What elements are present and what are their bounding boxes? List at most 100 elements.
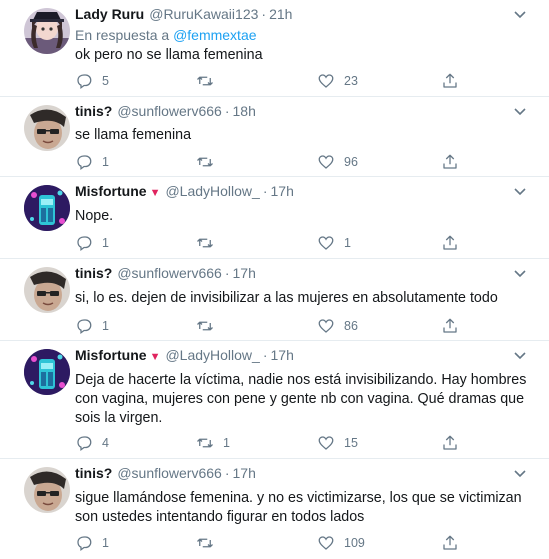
display-name[interactable]: Misfortune: [75, 347, 147, 363]
like-icon: [318, 236, 334, 250]
display-name[interactable]: tinis?: [75, 465, 112, 481]
retweet-icon: [197, 157, 213, 167]
display-name[interactable]: Lady Ruru: [75, 6, 144, 22]
caret-down-icon[interactable]: [513, 469, 527, 479]
avatar[interactable]: [24, 349, 70, 395]
tweet[interactable]: Lady Ruru @RuruKawaii123 · 21h En respuesta…: [0, 0, 549, 97]
user-handle[interactable]: @RuruKawaii123: [149, 6, 258, 22]
timestamp[interactable]: 18h: [233, 103, 256, 119]
timestamp[interactable]: 17h: [271, 347, 294, 363]
share-icon: [443, 318, 457, 333]
caret-down-icon[interactable]: [513, 187, 527, 197]
reply-count: 5: [102, 74, 109, 88]
caret-down-icon[interactable]: [513, 351, 527, 361]
reply-button[interactable]: 1: [75, 233, 109, 253]
like-button[interactable]: 86: [317, 316, 358, 336]
display-name[interactable]: Misfortune: [75, 183, 147, 199]
like-count: 86: [344, 319, 358, 333]
share-icon: [443, 73, 457, 88]
separator: ·: [261, 6, 267, 22]
tweet[interactable]: tinis? @sunflowerv666 · 17h si, lo es. deje…: [0, 259, 549, 341]
tweet[interactable]: tinis? @sunflowerv666 · 17h sigue llamándos…: [0, 459, 549, 559]
retweet-icon: [197, 438, 213, 448]
name-badge: ▼: [149, 187, 161, 199]
share-button[interactable]: [441, 433, 459, 453]
tweet-text: Nope.: [75, 208, 114, 224]
tweet[interactable]: Misfortune ▼ @LadyHollow_ · 17h Deja de hace…: [0, 341, 549, 459]
separator: ·: [262, 347, 268, 363]
retweet-icon: [197, 321, 213, 331]
display-name[interactable]: tinis?: [75, 103, 112, 119]
user-handle[interactable]: @sunflowerv666: [117, 103, 222, 119]
share-button[interactable]: [441, 233, 459, 253]
separator: ·: [224, 465, 230, 481]
like-button[interactable]: 23: [317, 71, 358, 91]
mention-link[interactable]: @femmextae: [173, 27, 256, 43]
avatar[interactable]: [24, 105, 70, 151]
user-handle[interactable]: @LadyHollow_: [165, 347, 259, 363]
timestamp[interactable]: 17h: [271, 183, 294, 199]
like-count: 1: [344, 236, 351, 250]
reply-count: 1: [102, 536, 109, 550]
tweet-header: Misfortune ▼ @LadyHollow_ · 17h: [75, 347, 535, 367]
tweet-actions: 1 96: [75, 152, 535, 172]
retweet-button[interactable]: [196, 533, 223, 553]
reply-count: 1: [102, 236, 109, 250]
share-button[interactable]: [441, 152, 459, 172]
reply-count: 1: [102, 319, 109, 333]
tweet-header: tinis? @sunflowerv666 · 17h: [75, 265, 535, 285]
avatar[interactable]: [24, 467, 70, 513]
retweet-button[interactable]: [196, 233, 223, 253]
like-button[interactable]: 96: [317, 152, 358, 172]
separator: ·: [224, 265, 230, 281]
share-icon: [443, 535, 457, 550]
share-button[interactable]: [441, 316, 459, 336]
user-handle[interactable]: @sunflowerv666: [117, 465, 222, 481]
retweet-icon: [197, 538, 213, 548]
tweet-header: Misfortune ▼ @LadyHollow_ · 17h: [75, 183, 535, 203]
like-count: 109: [344, 536, 365, 550]
reply-count: 1: [102, 155, 109, 169]
reply-button[interactable]: 5: [75, 71, 109, 91]
caret-down-icon[interactable]: [513, 269, 527, 279]
reply-button[interactable]: 4: [75, 433, 109, 453]
reply-icon: [77, 74, 92, 90]
share-button[interactable]: [441, 71, 459, 91]
caret-down-icon[interactable]: [513, 107, 527, 117]
tweet-thread: Lady Ruru @RuruKawaii123 · 21h En respuesta…: [0, 0, 549, 559]
reply-icon: [77, 155, 92, 171]
retweet-icon: [197, 238, 213, 248]
avatar[interactable]: [24, 185, 70, 231]
avatar[interactable]: [24, 267, 70, 313]
retweet-button[interactable]: [196, 316, 223, 336]
retweet-button[interactable]: 1: [196, 433, 230, 453]
retweet-button[interactable]: [196, 152, 223, 172]
separator: ·: [262, 183, 268, 199]
like-icon: [318, 436, 334, 450]
share-button[interactable]: [441, 533, 459, 553]
timestamp[interactable]: 17h: [233, 265, 256, 281]
avatar[interactable]: [24, 8, 70, 54]
tweet[interactable]: tinis? @sunflowerv666 · 18h se llama femeni…: [0, 97, 549, 177]
display-name[interactable]: tinis?: [75, 265, 112, 281]
retweet-button[interactable]: [196, 71, 223, 91]
name-badge: ▼: [149, 351, 161, 363]
reply-icon: [77, 536, 92, 552]
like-button[interactable]: 1: [317, 233, 351, 253]
reply-button[interactable]: 1: [75, 152, 109, 172]
reply-icon: [77, 436, 92, 452]
user-handle[interactable]: @sunflowerv666: [117, 265, 222, 281]
reply-button[interactable]: 1: [75, 316, 109, 336]
like-button[interactable]: 15: [317, 433, 358, 453]
like-button[interactable]: 109: [317, 533, 365, 553]
timestamp[interactable]: 21h: [269, 6, 292, 22]
reply-button[interactable]: 1: [75, 533, 109, 553]
reply-context: En respuesta a @femmextae: [75, 27, 257, 43]
timestamp[interactable]: 17h: [233, 465, 256, 481]
user-handle[interactable]: @LadyHollow_: [165, 183, 259, 199]
like-icon: [318, 155, 334, 169]
tweet[interactable]: Misfortune ▼ @LadyHollow_ · 17h Nope. 1 1: [0, 177, 549, 259]
caret-down-icon[interactable]: [513, 10, 527, 20]
tweet-header: tinis? @sunflowerv666 · 18h: [75, 103, 535, 123]
tweet-actions: 1 86: [75, 316, 535, 336]
